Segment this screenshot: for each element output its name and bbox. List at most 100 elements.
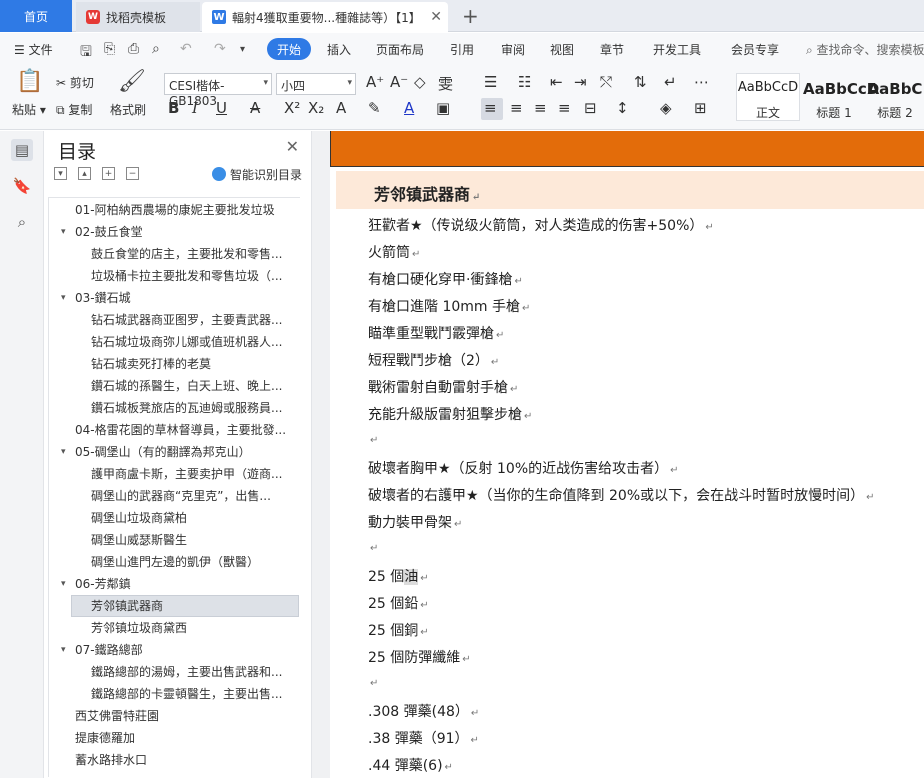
toc-item[interactable]: 護甲商盧卡斯，主要卖护甲（遊商...	[91, 463, 295, 485]
document-line[interactable]: .308 彈藥(48） ↵	[368, 701, 479, 721]
document-line[interactable]: 充能升級版雷射狙擊步槍 ↵	[368, 404, 532, 424]
toc-item[interactable]: 碉堡山威瑟斯醫生	[91, 529, 295, 551]
chevron-down-icon[interactable]: ▾	[61, 447, 66, 457]
menu-layout[interactable]: 页面布局	[376, 41, 424, 58]
align-right-icon[interactable]: ≡	[534, 99, 547, 117]
toc-item[interactable]: 鼓丘食堂的店主，主要批发和零售...	[91, 243, 295, 265]
print-icon[interactable]: ⎙	[128, 41, 139, 57]
italic-icon[interactable]: I	[192, 99, 198, 117]
empty-line[interactable]: ↵	[368, 674, 378, 690]
command-search[interactable]: ⌕ 查找命令、搜索模板	[806, 41, 924, 58]
highlight-icon[interactable]: ✎	[368, 99, 381, 117]
font-color-icon[interactable]: A	[404, 99, 414, 117]
chevron-down-icon[interactable]: ▾	[61, 645, 66, 655]
menu-file[interactable]: ☰ 文件	[14, 41, 53, 58]
search-icon[interactable]: ⌕	[11, 211, 33, 233]
document-line[interactable]: 短程戰鬥步槍（2） ↵	[368, 350, 499, 370]
tab-template[interactable]: W 找稻壳模板	[76, 2, 200, 32]
menu-insert[interactable]: 插入	[327, 41, 351, 58]
document-line[interactable]: 戰術雷射自動雷射手槍 ↵	[368, 377, 518, 397]
copy-button[interactable]: ⧉ 复制	[56, 101, 92, 118]
phonetic-icon[interactable]: 雯	[438, 73, 453, 94]
sort-icon[interactable]: ⇅	[634, 73, 647, 91]
document-line[interactable]: .38 彈藥（91） ↵	[368, 728, 479, 748]
tab-home[interactable]: 首页	[0, 0, 72, 32]
undo-icon[interactable]: ↶	[180, 41, 192, 57]
chevron-down-icon[interactable]: ▾	[61, 227, 66, 237]
document-line[interactable]: 破壞者胸甲★（反射 10%的近战伤害给攻击者） ↵	[368, 458, 679, 478]
distribute-icon[interactable]: ⊟	[584, 99, 597, 117]
toc-item[interactable]: 鐵路總部的卡靈頓醫生，主要出售...	[91, 683, 295, 705]
toc-item[interactable]: 02-鼓丘食堂	[75, 221, 297, 243]
font-name-select[interactable]: CESI楷体-GB1803 ▾	[164, 73, 272, 108]
chevron-down-icon[interactable]: ▾	[61, 293, 66, 303]
grow-font-icon[interactable]: A⁺	[366, 73, 384, 91]
toc-item[interactable]: 钻石城垃圾商弥儿娜或值班机器人...	[91, 331, 295, 353]
paste-button[interactable]: 粘贴 ▾	[12, 101, 46, 118]
toc-item[interactable]: 04-格雷花園的草林督導員，主要批發...	[75, 419, 297, 441]
shrink-font-icon[interactable]: A⁻	[390, 73, 408, 91]
toc-item[interactable]: 提康德羅加	[75, 727, 297, 749]
menu-devtools[interactable]: 开发工具	[653, 41, 701, 58]
close-icon[interactable]: ✕	[430, 9, 442, 25]
strikethrough-icon[interactable]: A	[250, 99, 260, 117]
toc-item[interactable]: 芳邻镇垃圾商黛西	[91, 617, 295, 639]
toc-item[interactable]: 鑽石城板凳旅店的瓦迪姆或服務員...	[91, 397, 295, 419]
font-size-select[interactable]: 小四 ▾	[276, 73, 356, 95]
empty-line[interactable]: ↵	[368, 431, 378, 447]
superscript-icon[interactable]: X²	[284, 99, 300, 117]
bold-icon[interactable]: B	[168, 99, 179, 117]
smart-toc-button[interactable]: 智能识别目录	[212, 166, 302, 183]
document-line[interactable]: 25 個油 ↵	[368, 566, 429, 586]
collapse-up-icon[interactable]: ▴	[78, 167, 91, 180]
format-painter-button[interactable]: 格式刷	[110, 101, 146, 118]
toc-panel-icon[interactable]: ▤	[11, 139, 33, 161]
text-effect-icon[interactable]: A	[336, 99, 346, 117]
document-line[interactable]: .44 彈藥(6) ↵	[368, 755, 453, 775]
empty-line[interactable]: ↵	[368, 539, 378, 555]
print-preview-icon[interactable]: ⌕	[152, 41, 160, 57]
numbered-list-icon[interactable]: ☷	[518, 73, 531, 91]
justify-icon[interactable]: ≡	[558, 99, 571, 117]
bullet-list-icon[interactable]: ☰	[484, 73, 497, 91]
document-line[interactable]: 有槍口硬化穿甲·衝鋒槍 ↵	[368, 269, 523, 289]
align-left-icon[interactable]: ≡	[484, 99, 497, 117]
menu-start[interactable]: 开始	[267, 38, 312, 60]
menu-member[interactable]: 会员专享	[731, 41, 779, 58]
redo-icon[interactable]: ↷	[214, 41, 226, 57]
menu-view[interactable]: 视图	[550, 41, 574, 58]
tab-leader-icon[interactable]: ⋯	[694, 73, 709, 91]
underline-icon[interactable]: U	[216, 99, 227, 117]
close-icon[interactable]: ✕	[286, 137, 299, 156]
borders-icon[interactable]: ⊞	[694, 99, 707, 117]
toc-item[interactable]: 鑽石城的孫醫生，白天上班、晚上...	[91, 375, 295, 397]
toc-item[interactable]: 西艾佛雷特莊園	[75, 705, 297, 727]
add-tab-icon[interactable]: +	[462, 4, 479, 28]
show-marks-icon[interactable]: ↵	[664, 73, 677, 91]
line-spacing-icon[interactable]: ↕	[616, 99, 629, 117]
align-center-icon[interactable]: ≡	[510, 99, 523, 117]
document-line[interactable]: 火箭筒 ↵	[368, 242, 420, 262]
toc-item[interactable]: 05-碉堡山（有的翻譯為邦克山）	[75, 441, 297, 463]
document-line[interactable]: 25 個銅 ↵	[368, 620, 429, 640]
style-heading1[interactable]: AaBbCcD 标题 1	[802, 73, 879, 121]
expand-down-icon[interactable]: ▾	[54, 167, 67, 180]
chevron-down-icon[interactable]: ▾	[240, 44, 245, 55]
text-direction-icon[interactable]: ⤲	[600, 73, 612, 91]
save-icon[interactable]: 🖫	[80, 41, 92, 65]
style-normal[interactable]: AaBbCcD 正文	[736, 73, 800, 121]
toc-item[interactable]: 碉堡山的武器商“克里克”，出售...	[91, 485, 295, 507]
export-icon[interactable]: ⎘	[104, 41, 115, 57]
toc-item[interactable]: 芳邻镇武器商	[91, 595, 295, 617]
style-heading2[interactable]: AaBbC 标题 2	[866, 73, 924, 121]
clear-format-icon[interactable]: ◇	[414, 73, 426, 91]
toc-item[interactable]: 03-鑽石城	[75, 287, 297, 309]
document-line[interactable]: 瞄準重型戰鬥霰彈槍 ↵	[368, 323, 504, 343]
menu-review[interactable]: 审阅	[501, 41, 525, 58]
cut-button[interactable]: ✂ 剪切	[56, 74, 94, 91]
increase-indent-icon[interactable]: ⇥	[574, 73, 587, 91]
toc-item[interactable]: 钻石城卖死打棒的老莫	[91, 353, 295, 375]
add-heading-icon[interactable]: +	[102, 167, 115, 180]
format-painter-icon[interactable]: 🖌	[118, 69, 146, 94]
toc-item[interactable]: 垃圾桶卡拉主要批发和零售垃圾（...	[91, 265, 295, 287]
